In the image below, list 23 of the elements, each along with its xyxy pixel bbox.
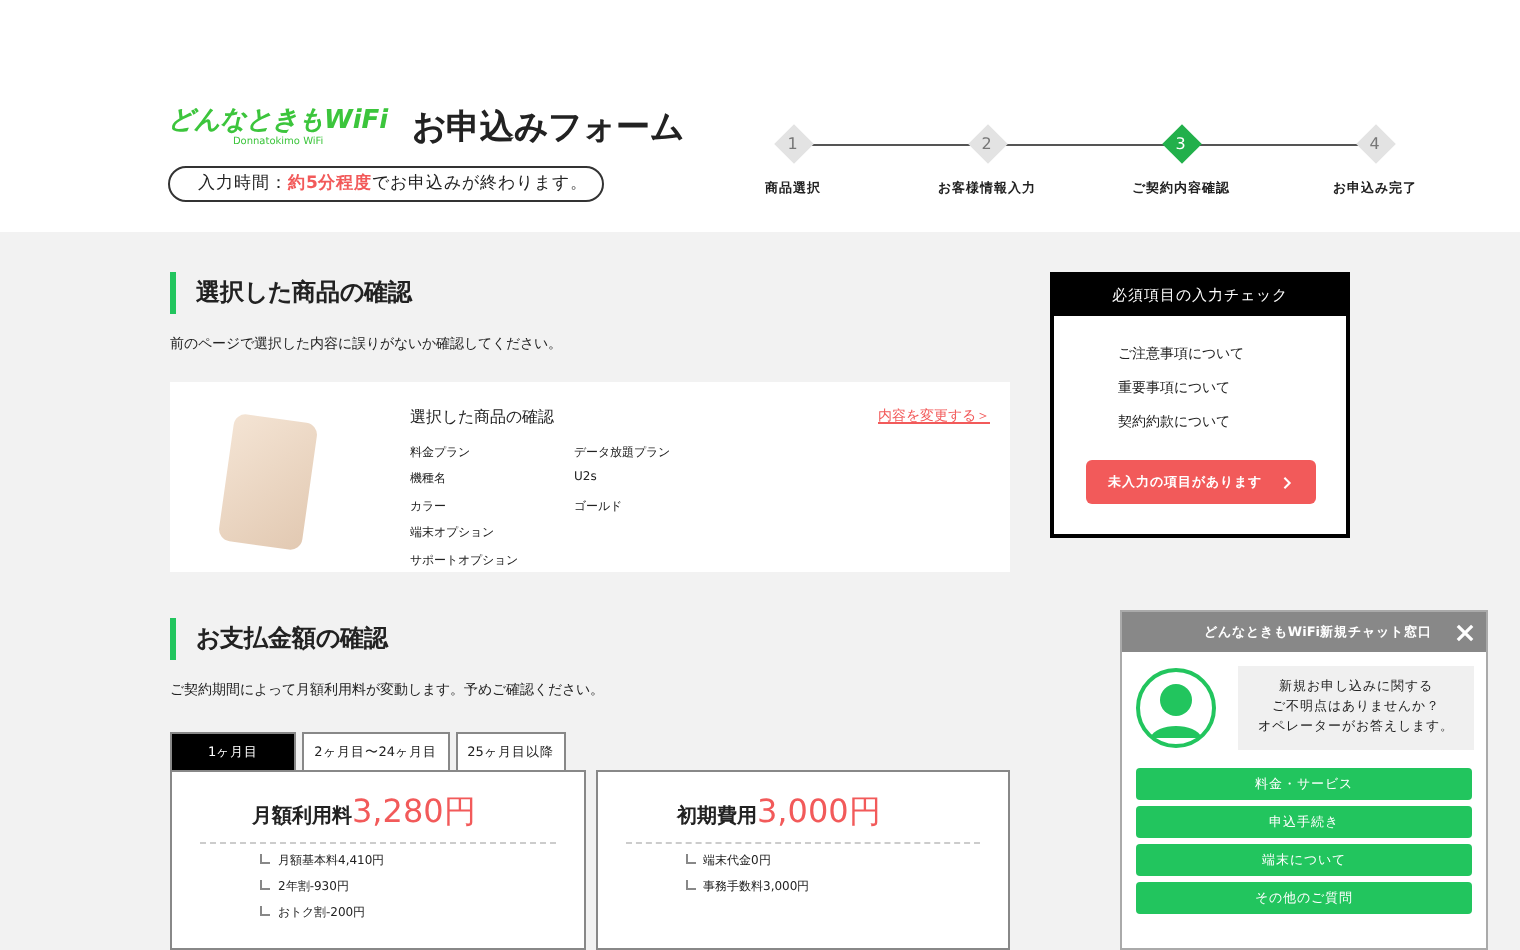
corner-icon (260, 854, 270, 864)
price-title: 月額利用料 (252, 803, 352, 830)
price-title: 初期費用 (677, 802, 757, 830)
close-icon (1456, 623, 1474, 641)
close-button[interactable] (1456, 623, 1474, 641)
step-marker: 3 (1161, 124, 1201, 164)
step-marker: 2 (967, 124, 1007, 164)
corner-icon (685, 880, 695, 890)
corner-icon (260, 906, 270, 916)
card-title: 選択した商品の確認 (410, 406, 554, 428)
brand-logo: どんなときもWiFi (168, 107, 389, 135)
corner-icon (260, 880, 270, 890)
section-heading: 選択した商品の確認 (170, 272, 1010, 314)
page-title: お申込みフォーム (412, 106, 685, 150)
corner-icon (685, 854, 695, 864)
operator-avatar-icon (1134, 666, 1218, 750)
step-marker: 4 (1355, 124, 1395, 164)
step-marker: 1 (773, 124, 813, 164)
section-heading: お支払金額の確認 (170, 618, 1010, 660)
time-notice-text: 入力時間：約5分程度でお申込みが終わります。 (198, 172, 588, 196)
chevron-right-icon (1282, 475, 1292, 489)
price-amount: 3,000円 (757, 792, 881, 834)
price-amount: 3,280円 (352, 792, 476, 834)
